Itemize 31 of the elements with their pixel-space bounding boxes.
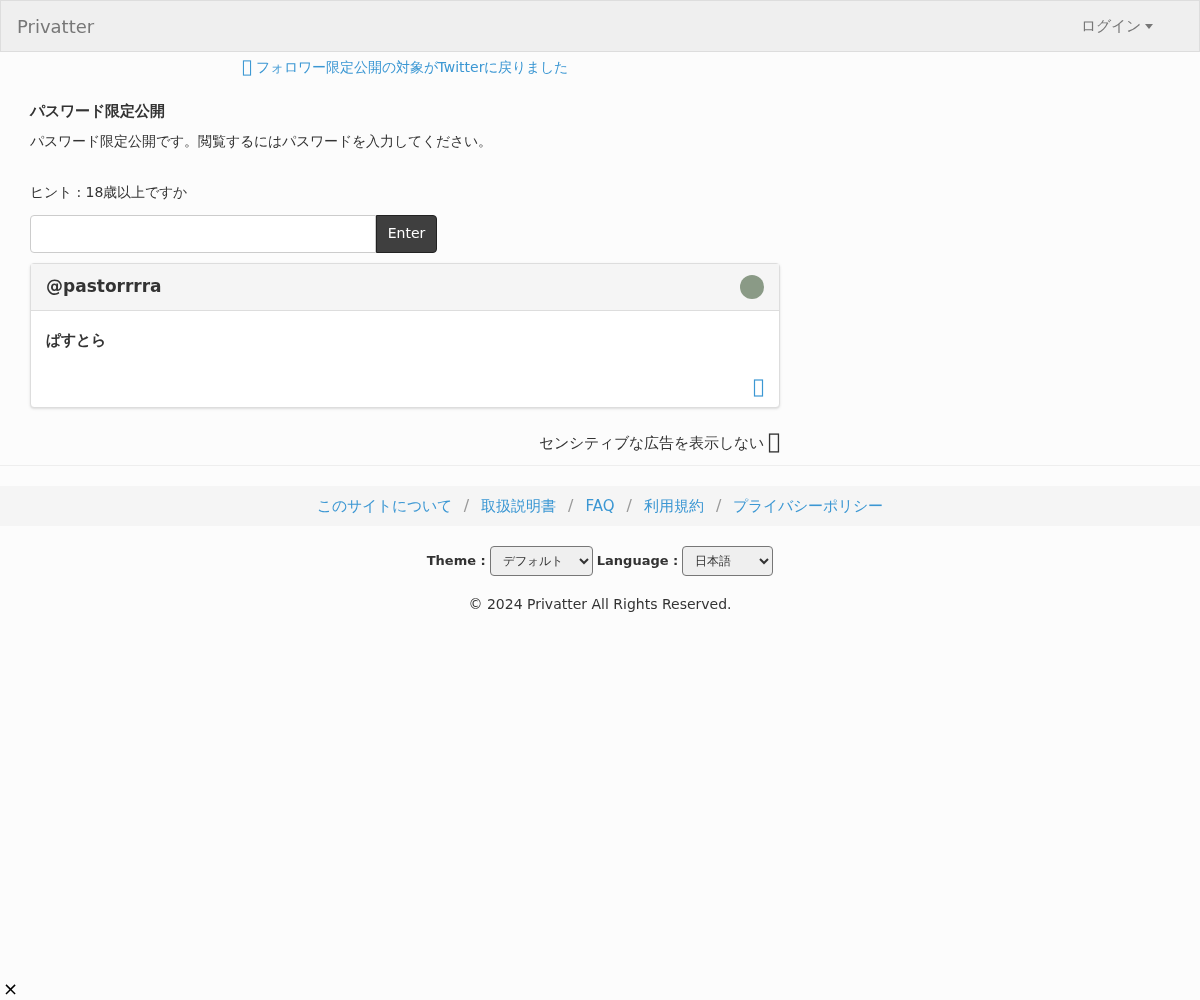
footer-link[interactable]: 取扱説明書 <box>481 494 557 518</box>
footer-link[interactable]: プライバシーポリシー <box>733 494 884 518</box>
avatar <box>740 274 764 299</box>
theme-select[interactable]: デフォルト <box>489 546 593 576</box>
breadcrumb-separator: / <box>714 495 723 517</box>
ads-toggle-label: センシティブな広告を表示しない <box>539 432 764 454</box>
language-select[interactable]: 日本語 <box>682 546 774 576</box>
section-title: パスワード限定公開 <box>30 101 166 122</box>
breadcrumb-separator: / <box>567 495 575 517</box>
notice-link[interactable]: フォロワー限定公開の対象がTwitterに戻りました <box>241 57 569 78</box>
breadcrumb-separator: / <box>462 495 471 517</box>
footer-link[interactable]: このサイトについて <box>316 494 452 518</box>
description-text: パスワード限定公開です。閲覧するにはパスワードを入力してください。 <box>30 131 493 151</box>
hint-text: ヒント : 18歳以上ですか <box>30 182 189 202</box>
footer-link[interactable]: 利用規約 <box>643 494 704 518</box>
copyright-text: © 2024 Privatter All Rights Reserved. <box>467 595 733 614</box>
language-label: Language : <box>596 552 679 571</box>
brand-link[interactable]: Privatter <box>17 12 95 40</box>
close-button[interactable]: × <box>3 980 19 998</box>
glyph-box-icon <box>753 378 764 397</box>
glyph-box-icon <box>241 59 252 76</box>
theme-label: Theme : <box>426 552 486 571</box>
footer-link[interactable]: FAQ <box>585 494 615 518</box>
display-name: ぱすとら <box>46 329 107 351</box>
login-dropdown[interactable]: ログイン <box>1081 14 1153 38</box>
breadcrumb-separator: / <box>625 495 633 517</box>
glyph-box-icon <box>768 432 780 453</box>
username-text: @pastorrrra <box>46 274 162 298</box>
caret-icon <box>1145 23 1153 29</box>
password-field[interactable] <box>30 214 376 253</box>
enter-button[interactable]: Enter <box>376 214 437 253</box>
